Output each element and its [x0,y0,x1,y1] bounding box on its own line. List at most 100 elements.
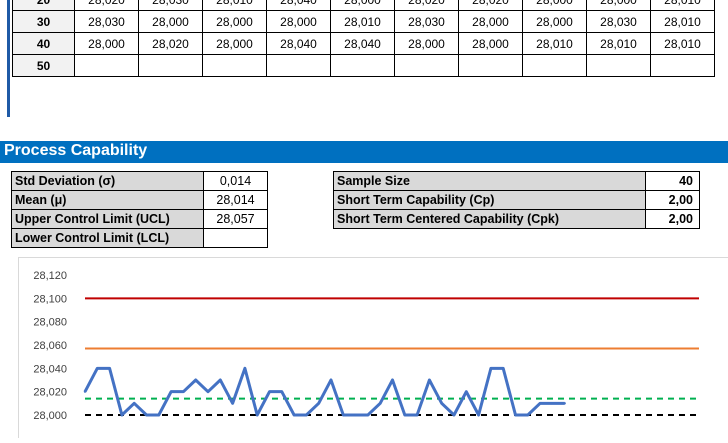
data-point [465,390,468,393]
table-cell[interactable]: 28,010 [586,32,651,55]
data-point [317,402,320,405]
table-cell[interactable]: 28,040 [266,32,331,55]
data-point [133,402,136,405]
table-cell[interactable] [74,54,139,77]
y-tick-label: 28,000 [33,410,67,422]
table-cell[interactable]: 28,020 [138,32,203,55]
data-point [477,413,480,417]
data-point [403,413,406,417]
table-cell[interactable]: 28,000 [266,10,331,33]
stat-value[interactable]: 28,014 [203,190,268,210]
data-point [452,413,456,417]
table-cell[interactable] [330,54,395,77]
table-row: 40 28,000 28,020 28,000 28,040 28,040 28,000 28… [12,32,715,55]
row-header[interactable]: 50 [12,54,75,77]
table-cell[interactable]: 28,000 [138,10,203,33]
table-cell[interactable] [266,54,331,77]
data-point [514,413,517,417]
table-row: 50 [12,54,715,77]
stat-label[interactable]: Short Term Centered Capability (Cpk) [333,209,646,229]
stats-row: Short Term Capability (Cp) 2,00 [333,190,700,210]
data-point [108,367,111,370]
table-cell[interactable]: 28,020 [394,0,459,11]
data-point [280,390,283,393]
table-cell[interactable] [202,54,267,77]
table-cell[interactable]: 28,020 [74,0,139,11]
table-cell[interactable] [586,54,651,77]
data-point [292,413,296,417]
table-cell[interactable]: 28,030 [74,10,139,33]
data-point [120,413,124,417]
section-title: Process Capability [4,142,148,159]
table-cell[interactable] [522,54,587,77]
stat-value[interactable]: 28,057 [203,209,268,229]
table-cell[interactable]: 28,000 [394,32,459,55]
control-chart[interactable]: 28,120 28,100 28,080 28,060 28,040 28,020 28,0… [18,257,728,438]
stats-right-table: Sample Size 40 Short Term Capability (Cp) 2… [333,171,700,229]
data-point [526,413,529,417]
table-cell[interactable]: 28,000 [586,0,651,11]
data-point [194,378,197,382]
table-cell[interactable] [650,54,715,77]
table-cell[interactable]: 28,000 [74,32,139,55]
stat-value[interactable]: 0,014 [203,171,268,191]
control-chart-svg: 28,120 28,100 28,080 28,060 28,040 28,020 28,0… [33,270,699,422]
stat-label[interactable]: Upper Control Limit (UCL) [11,209,204,229]
table-cell[interactable] [394,54,459,77]
left-border-rule [7,0,10,117]
series-line [83,366,565,417]
table-cell[interactable]: 28,040 [266,0,331,11]
table-cell[interactable]: 28,020 [458,0,523,11]
table-cell[interactable] [138,54,203,77]
table-cell[interactable]: 28,000 [330,0,395,11]
y-tick-label: 28,060 [33,340,67,352]
data-point [305,413,308,417]
table-cell[interactable] [458,54,523,77]
data-point [243,367,247,370]
y-tick-label: 28,040 [33,363,67,375]
data-point [256,413,259,417]
data-point [391,378,394,382]
stat-label[interactable]: Sample Size [333,171,646,191]
row-header[interactable]: 20 [12,0,75,11]
table-cell[interactable]: 28,000 [458,32,523,55]
data-point [502,367,505,370]
stat-label[interactable]: Mean (μ) [11,190,204,210]
table-cell[interactable]: 28,010 [650,32,715,55]
stat-value[interactable] [203,228,268,248]
stats-row: Upper Control Limit (UCL) 28,057 [11,209,268,229]
stat-value[interactable]: 2,00 [645,190,700,210]
stat-label[interactable]: Std Deviation (σ) [11,171,204,191]
data-point [231,402,234,405]
stats-row: Sample Size 40 [333,171,700,191]
table-row: 30 28,030 28,000 28,000 28,000 28,010 28,030 28… [12,10,715,33]
table-cell[interactable]: 28,010 [202,0,267,11]
row-header[interactable]: 40 [12,32,75,55]
table-cell[interactable]: 28,010 [330,10,395,33]
stat-label[interactable]: Lower Control Limit (LCL) [11,228,204,248]
data-point [379,402,382,405]
table-cell[interactable]: 28,030 [586,10,651,33]
table-cell[interactable]: 28,010 [522,32,587,55]
table-cell[interactable]: 28,010 [650,0,715,11]
sample-data-table: 2028,02028,03028,01028,04028,00028,02028… [12,0,715,77]
table-cell[interactable]: 28,000 [522,0,587,11]
table-cell[interactable]: 28,000 [202,32,267,55]
stat-label[interactable]: Short Term Capability (Cp) [333,190,646,210]
table-cell[interactable]: 28,000 [522,10,587,33]
stat-value[interactable]: 40 [645,171,700,191]
table-cell[interactable]: 28,000 [202,10,267,33]
stat-value[interactable]: 2,00 [645,209,700,229]
y-tick-label: 28,020 [33,387,67,399]
table-cell[interactable]: 28,030 [394,10,459,33]
table-cell[interactable]: 28,040 [330,32,395,55]
row-header[interactable]: 30 [12,10,75,33]
table-cell[interactable]: 28,030 [138,0,203,11]
stats-row: Mean (μ) 28,014 [11,190,268,210]
data-point [538,402,542,405]
y-tick-label: 28,120 [33,270,67,282]
data-point [206,390,210,393]
data-point [182,390,185,393]
table-cell[interactable]: 28,000 [458,10,523,33]
table-cell[interactable]: 28,010 [650,10,715,33]
